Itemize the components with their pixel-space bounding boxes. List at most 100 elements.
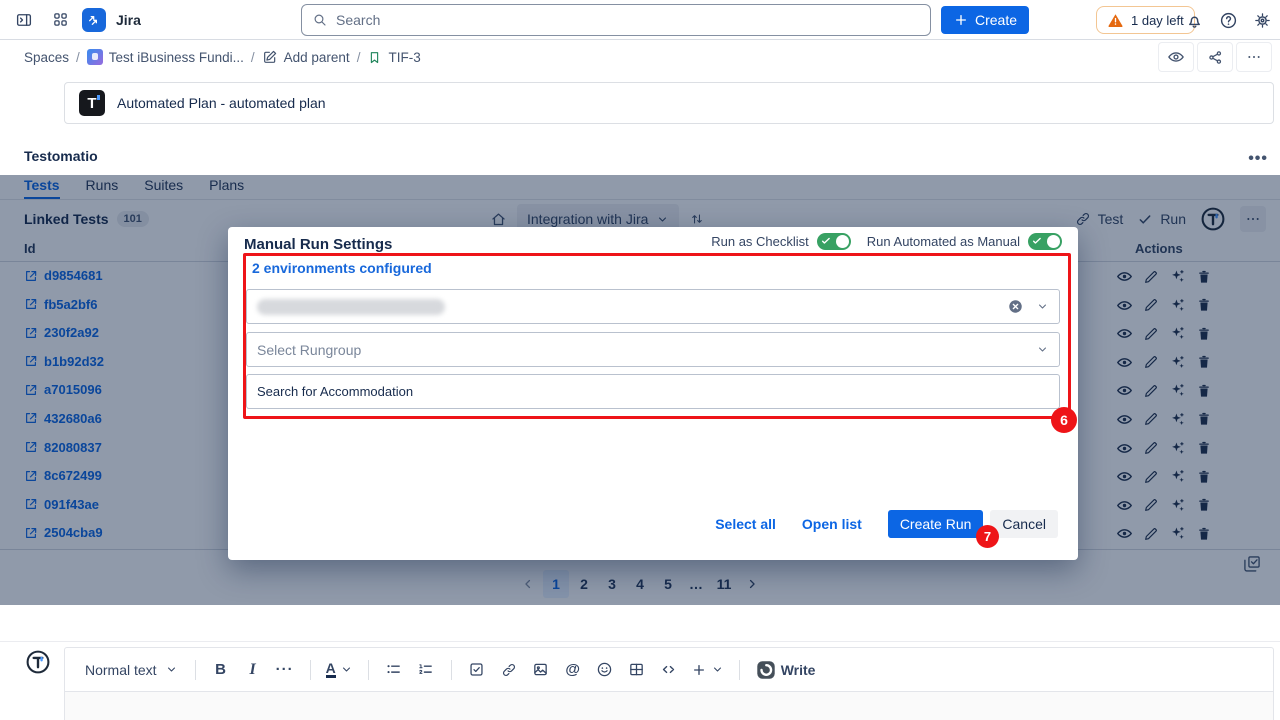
write-assistant-logo-icon bbox=[755, 659, 777, 681]
breadcrumb-spaces[interactable]: Spaces bbox=[24, 50, 69, 65]
rungroup-placeholder: Select Rungroup bbox=[257, 342, 361, 358]
search-icon bbox=[312, 12, 328, 28]
widget-more-button[interactable]: ••• bbox=[1248, 150, 1268, 168]
task-list-button[interactable] bbox=[463, 655, 491, 685]
testomatio-plan-icon: T bbox=[79, 90, 105, 116]
chevron-down-icon bbox=[165, 663, 178, 676]
editor-toolbar: Normal text B I ··· A @ Write bbox=[65, 648, 1273, 692]
annotation-badge-7: 7 bbox=[976, 525, 999, 548]
write-label: Write bbox=[781, 662, 816, 678]
select-all-link[interactable]: Select all bbox=[715, 516, 776, 532]
open-list-link[interactable]: Open list bbox=[802, 516, 862, 532]
insert-table-button[interactable] bbox=[623, 655, 651, 685]
search-placeholder: Search bbox=[336, 12, 380, 28]
comment-editor[interactable]: Normal text B I ··· A @ Write bbox=[64, 647, 1274, 720]
warning-icon bbox=[1107, 12, 1124, 29]
mention-button[interactable]: @ bbox=[559, 655, 587, 685]
breadcrumb-separator: / bbox=[251, 50, 255, 65]
clear-icon[interactable] bbox=[1007, 298, 1024, 315]
breadcrumb: Spaces / Test iBusiness Fundi... / Add p… bbox=[0, 40, 1280, 74]
sidebar-toggle-button[interactable] bbox=[10, 6, 38, 34]
run-as-checklist-toggle[interactable] bbox=[817, 233, 851, 250]
trial-countdown-label: 1 day left bbox=[1131, 13, 1184, 28]
jira-topbar: Jira Search Create 1 day left bbox=[0, 0, 1280, 40]
ai-write-button[interactable]: Write bbox=[751, 655, 820, 685]
link-icon bbox=[501, 662, 517, 678]
share-button[interactable] bbox=[1197, 42, 1233, 72]
page-actions bbox=[1158, 42, 1272, 72]
create-run-button[interactable]: Create Run bbox=[888, 510, 984, 538]
app-switcher-icon bbox=[52, 11, 69, 28]
settings-button[interactable] bbox=[1248, 6, 1276, 34]
ellipsis-icon bbox=[1246, 49, 1262, 65]
bullet-list-button[interactable] bbox=[380, 655, 408, 685]
chevron-down-icon bbox=[340, 663, 353, 676]
annotation-badge-6: 6 bbox=[1051, 407, 1077, 433]
create-button-label: Create bbox=[975, 12, 1017, 28]
text-color-button[interactable]: A bbox=[322, 655, 357, 685]
breadcrumb-separator: / bbox=[357, 50, 361, 65]
code-block-button[interactable] bbox=[655, 655, 683, 685]
add-parent-button[interactable]: Add parent bbox=[262, 49, 350, 65]
plus-icon bbox=[953, 12, 969, 28]
table-icon bbox=[628, 661, 645, 678]
app-switcher-button[interactable] bbox=[46, 6, 74, 34]
bell-icon bbox=[1185, 11, 1204, 30]
watch-button[interactable] bbox=[1158, 42, 1194, 72]
widget-title: Testomatio bbox=[24, 148, 98, 164]
toggle-knob bbox=[1047, 235, 1060, 248]
manual-run-settings-modal: Manual Run Settings Run as Checklist Run… bbox=[228, 227, 1078, 560]
chevron-down-icon bbox=[711, 663, 724, 676]
run-title-input[interactable]: Search for Accommodation bbox=[246, 374, 1060, 409]
testomatio-editor-logo-icon bbox=[24, 648, 52, 676]
toggle-knob bbox=[836, 235, 849, 248]
breadcrumb-project[interactable]: Test iBusiness Fundi... bbox=[87, 49, 244, 65]
numbered-list-icon bbox=[417, 661, 434, 678]
sidebar-toggle-icon bbox=[15, 11, 33, 29]
run-title-value: Search for Accommodation bbox=[257, 384, 413, 399]
gear-icon bbox=[1253, 11, 1272, 30]
search-input[interactable]: Search bbox=[301, 4, 931, 36]
bold-button[interactable]: B bbox=[207, 655, 235, 685]
insert-image-button[interactable] bbox=[527, 655, 555, 685]
help-button[interactable] bbox=[1214, 6, 1242, 34]
create-button[interactable]: Create bbox=[941, 6, 1029, 34]
plan-card-title: Automated Plan - automated plan bbox=[117, 95, 326, 111]
app-name: Jira bbox=[116, 12, 141, 28]
chevron-down-icon[interactable] bbox=[1036, 300, 1049, 313]
run-automated-as-manual-toggle[interactable] bbox=[1028, 233, 1062, 250]
jira-logo[interactable] bbox=[82, 8, 106, 32]
run-as-checklist-label: Run as Checklist bbox=[711, 234, 809, 249]
insert-link-button[interactable] bbox=[495, 655, 523, 685]
italic-button[interactable]: I bbox=[239, 655, 267, 685]
bookmark-icon bbox=[367, 50, 382, 65]
emoji-button[interactable] bbox=[591, 655, 619, 685]
more-actions-button[interactable] bbox=[1236, 42, 1272, 72]
run-automated-as-manual-label: Run Automated as Manual bbox=[867, 234, 1020, 249]
watch-eye-icon bbox=[1167, 48, 1185, 66]
code-icon bbox=[660, 661, 677, 678]
help-icon bbox=[1219, 11, 1238, 30]
bullet-list-icon bbox=[385, 661, 402, 678]
modal-title: Manual Run Settings bbox=[244, 236, 392, 253]
checkbox-icon bbox=[468, 661, 485, 678]
project-avatar bbox=[87, 49, 103, 65]
numbered-list-button[interactable] bbox=[412, 655, 440, 685]
breadcrumb-issue[interactable]: TIF-3 bbox=[367, 50, 420, 65]
emoji-icon bbox=[596, 661, 613, 678]
plus-icon bbox=[691, 662, 707, 678]
environments-configured-link[interactable]: 2 environments configured bbox=[252, 260, 432, 276]
chevron-down-icon[interactable] bbox=[1036, 343, 1049, 356]
automated-plan-card[interactable]: T Automated Plan - automated plan bbox=[64, 82, 1274, 124]
breadcrumb-separator: / bbox=[76, 50, 80, 65]
editor-content-area[interactable] bbox=[65, 692, 1273, 720]
text-format-more-button[interactable]: ··· bbox=[271, 655, 299, 685]
environment-select[interactable] bbox=[246, 289, 1060, 324]
toggle-check-icon bbox=[1032, 236, 1042, 246]
text-style-dropdown[interactable]: Normal text bbox=[79, 662, 184, 678]
rungroup-select[interactable]: Select Rungroup bbox=[246, 332, 1060, 367]
insert-more-button[interactable] bbox=[687, 655, 728, 685]
cancel-button[interactable]: Cancel bbox=[990, 510, 1058, 538]
notifications-button[interactable] bbox=[1180, 6, 1208, 34]
redacted-environment-value bbox=[257, 299, 445, 315]
